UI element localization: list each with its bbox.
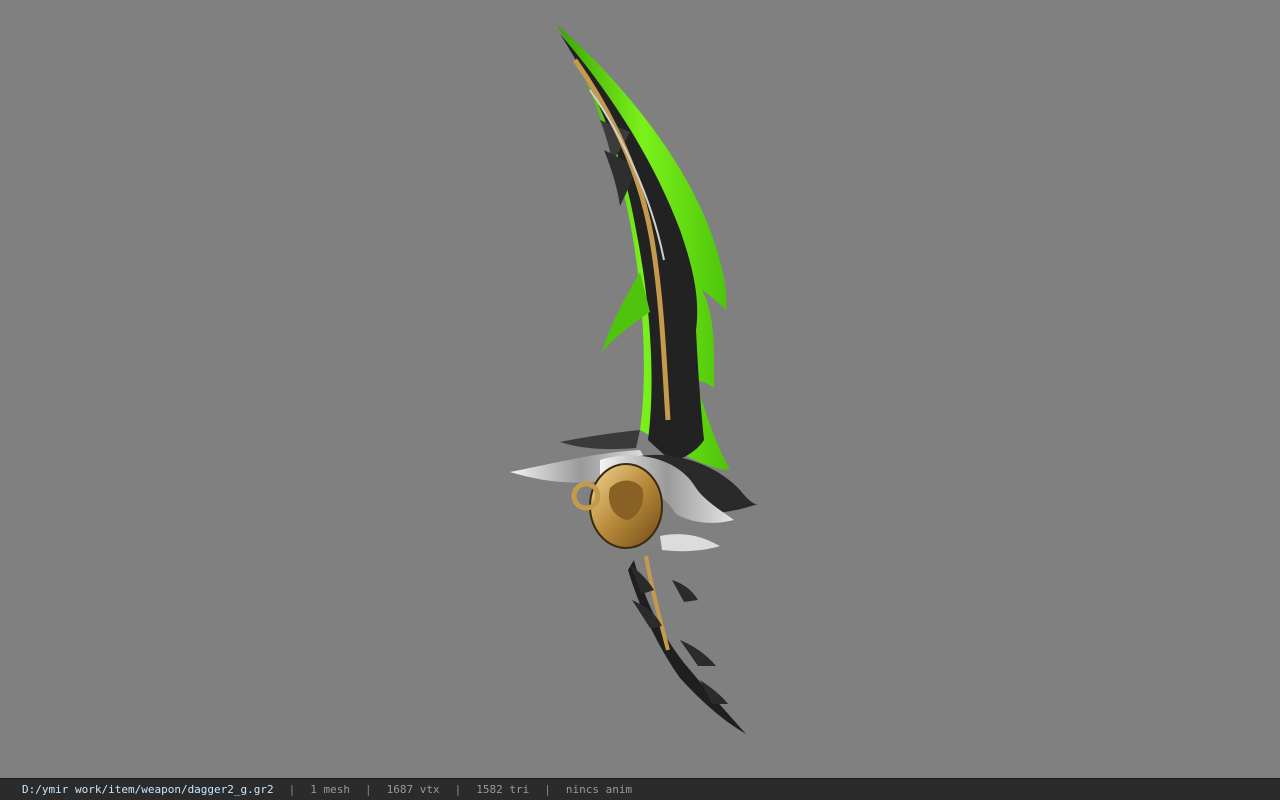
vertex-count: 1687 vtx — [386, 783, 440, 796]
triangle-count: 1582 tri — [476, 783, 530, 796]
handle-spike-3 — [672, 580, 698, 602]
blade-spike-left-1 — [602, 272, 650, 352]
guard-left-spike — [560, 430, 640, 450]
handle-spike-4 — [680, 640, 716, 666]
separator: | — [288, 783, 296, 796]
dagger-model-icon — [510, 24, 758, 734]
model-viewport[interactable] — [0, 0, 1280, 778]
separator: | — [454, 783, 462, 796]
lower-silver-arc — [660, 534, 720, 552]
mesh-count: 1 mesh — [310, 783, 351, 796]
separator: | — [365, 783, 372, 796]
status-bar: D:/ymir work/item/weapon/dagger2_g.gr2 |… — [0, 778, 1280, 800]
animation-status: nincs anim — [565, 783, 633, 796]
file-path: D:/ymir work/item/weapon/dagger2_g.gr2 — [22, 783, 274, 796]
separator: | — [544, 783, 551, 796]
blade-dark-body — [560, 34, 704, 462]
